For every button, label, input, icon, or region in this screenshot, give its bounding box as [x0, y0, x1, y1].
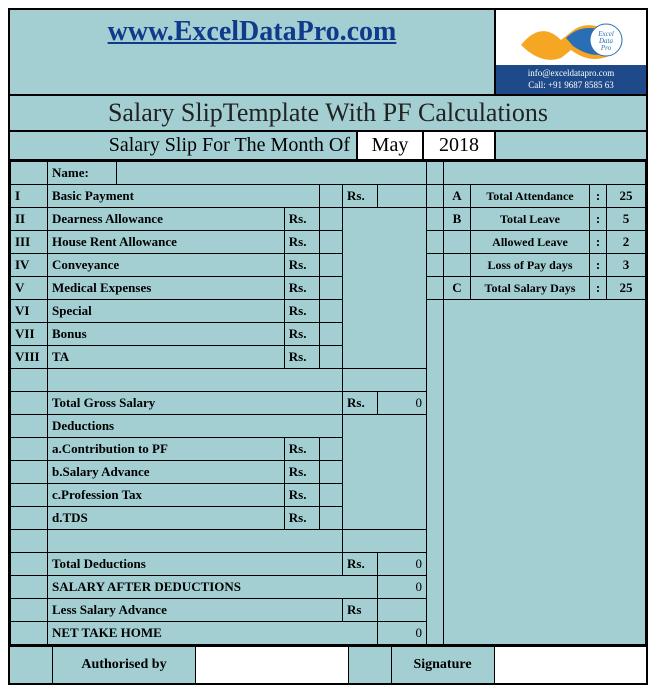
bonus-input[interactable] — [319, 323, 342, 346]
contact-box: info@exceldatapro.com Call: +91 9687 858… — [496, 65, 646, 94]
contact-phone: Call: +91 9687 8585 63 — [500, 80, 642, 92]
contact-email: info@exceldatapro.com — [500, 68, 642, 80]
basic-payment-total[interactable] — [378, 185, 427, 208]
net-take-home-value: 0 — [378, 622, 427, 645]
sheet-title: Salary SlipTemplate With PF Calculations — [10, 96, 646, 132]
logo-cell: Excel Data Pro info@exceldatapro.com Cal… — [494, 10, 646, 94]
pf-input[interactable] — [319, 438, 342, 461]
less-advance-input[interactable] — [378, 599, 427, 622]
name-row: Name: — [11, 162, 646, 185]
salary-advance-input[interactable] — [319, 461, 342, 484]
month-label: Salary Slip For The Month Of — [10, 132, 356, 159]
row-basic-payment: I Basic Payment Rs. A Total Attendance :… — [11, 185, 646, 208]
profession-tax-input[interactable] — [319, 484, 342, 507]
name-input[interactable] — [117, 162, 427, 185]
month-value[interactable]: May — [356, 132, 422, 159]
header-row: www.ExcelDataPro.com Excel Data Pro info… — [10, 10, 646, 96]
ta-input[interactable] — [319, 346, 342, 369]
handshake-logo-icon: Excel Data Pro — [511, 10, 631, 65]
authorised-by-label: Authorised by — [53, 647, 196, 683]
signature-input[interactable] — [495, 647, 647, 683]
medical-input[interactable] — [319, 277, 342, 300]
row-special: VI Special Rs. — [11, 300, 646, 323]
month-row: Salary Slip For The Month Of May 2018 — [10, 132, 646, 161]
row-dearness-allowance: II Dearness Allowance Rs. B Total Leave … — [11, 208, 646, 231]
main-grid: Name: I Basic Payment Rs. A Total Attend… — [10, 161, 646, 645]
month-spacer — [494, 132, 646, 159]
basic-payment-input[interactable] — [319, 185, 342, 208]
special-input[interactable] — [319, 300, 342, 323]
conveyance-input[interactable] — [319, 254, 342, 277]
salary-after-ded-value: 0 — [378, 576, 427, 599]
name-label: Name: — [48, 162, 117, 185]
year-value[interactable]: 2018 — [422, 132, 494, 159]
total-gross-value: 0 — [378, 392, 427, 415]
total-deductions-value: 0 — [378, 553, 427, 576]
row-hra: III House Rent Allowance Rs. Allowed Lea… — [11, 231, 646, 254]
svg-text:Pro: Pro — [600, 44, 612, 52]
allowed-leave-value[interactable]: 2 — [607, 231, 646, 254]
da-input[interactable] — [319, 208, 342, 231]
total-attendance-value[interactable]: 25 — [607, 185, 646, 208]
salary-slip-sheet: www.ExcelDataPro.com Excel Data Pro info… — [8, 8, 648, 685]
row-conveyance: IV Conveyance Rs. Loss of Pay days : 3 — [11, 254, 646, 277]
row-medical: V Medical Expenses Rs. C Total Salary Da… — [11, 277, 646, 300]
website-url[interactable]: www.ExcelDataPro.com — [10, 10, 494, 94]
signature-label: Signature — [392, 647, 495, 683]
hra-input[interactable] — [319, 231, 342, 254]
authorised-by-input[interactable] — [196, 647, 349, 683]
tds-input[interactable] — [319, 507, 342, 530]
lop-value[interactable]: 3 — [607, 254, 646, 277]
total-leave-value[interactable]: 5 — [607, 208, 646, 231]
total-salary-days-value[interactable]: 25 — [607, 277, 646, 300]
footer-row: Authorised by Signature — [10, 645, 646, 683]
